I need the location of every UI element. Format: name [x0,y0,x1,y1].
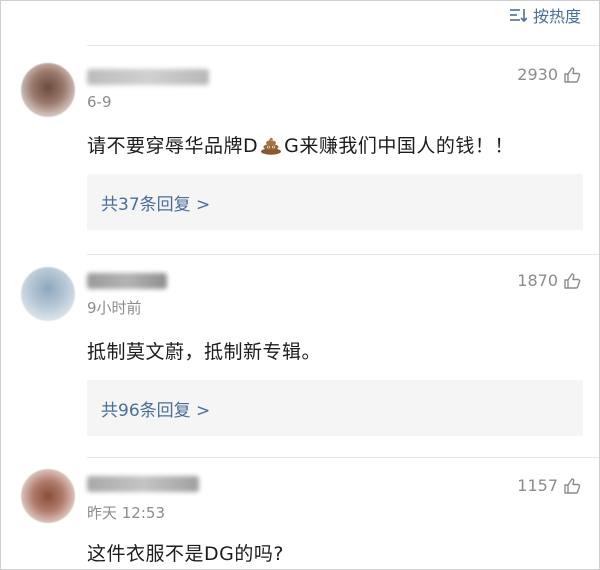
like-count: 1157 [517,476,558,495]
username[interactable] [87,273,167,289]
reply-count-link[interactable]: 共96条回复 > [101,396,210,421]
comment-text: 请不要穿辱华品牌D G来赚我们中国人的钱！！ [87,135,514,157]
comment-time: 6-9 [87,93,112,111]
comment-list-page: 按热度 6-9 2930 请不要穿辱华品牌D G来赚我们中国人的钱！！ 共37条… [0,0,600,570]
reply-count-link[interactable]: 共37条回复 > [101,190,210,215]
like-button[interactable]: 2930 [517,65,581,84]
username[interactable] [87,476,199,492]
comment-time: 9小时前 [87,299,142,317]
divider [87,254,599,255]
comment-text: 抵制莫文蔚，抵制新专辑。 [87,341,322,363]
comment-text: 这件衣服不是DG的吗? [87,543,284,565]
like-button[interactable]: 1870 [517,271,581,290]
view-replies-button[interactable]: 共96条回复 > [87,380,583,436]
avatar[interactable] [21,469,75,523]
divider [87,457,599,458]
like-count: 1870 [517,271,558,290]
poop-emoji-icon [261,137,282,155]
sort-lines-icon [509,9,527,22]
like-button[interactable]: 1157 [517,476,581,495]
sort-by-hot-button[interactable]: 按热度 [509,1,581,29]
thumbs-up-icon [564,477,581,494]
thumbs-up-icon [564,272,581,289]
username[interactable] [87,69,209,85]
thumbs-up-icon [564,66,581,83]
like-count: 2930 [517,65,558,84]
comment-time: 昨天 12:53 [87,504,165,522]
avatar[interactable] [21,63,75,117]
avatar[interactable] [21,267,75,321]
divider [87,45,599,46]
view-replies-button[interactable]: 共37条回复 > [87,174,583,230]
sort-label: 按热度 [532,7,581,26]
